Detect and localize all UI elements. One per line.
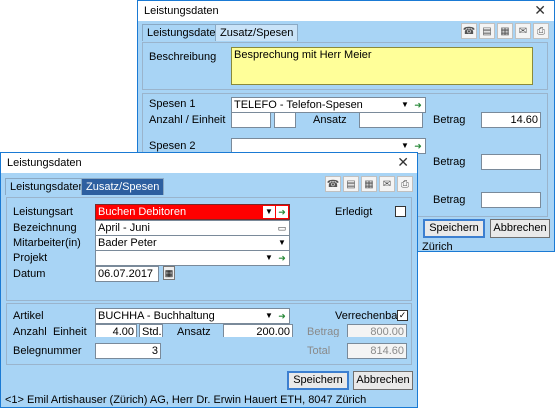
printer-icon[interactable]: ⎙ <box>397 176 413 192</box>
leistungsart-label: Leistungsart <box>13 206 73 218</box>
save-button[interactable]: Speichern <box>287 371 349 390</box>
spesen2-betrag-label: Betrag <box>433 156 466 168</box>
chevron-down-icon[interactable]: ▼ <box>263 310 275 322</box>
artikel-label: Artikel <box>13 310 44 322</box>
artikel-select[interactable]: BUCHHA - Buchhaltung ▼ ➜ <box>95 308 290 324</box>
datum-field[interactable]: 06.07.2017 <box>95 266 159 282</box>
bezeichnung-label: Bezeichnung <box>13 222 77 234</box>
tab-zusatz-spesen[interactable]: Zusatz/Spesen <box>215 24 299 41</box>
bezeichnung-value: April - Juni <box>98 222 150 234</box>
chevron-down-icon[interactable]: ▼ <box>399 99 411 111</box>
status-bar-text: <1> Emil Artishauser (Zürich) AG, Herr D… <box>5 394 367 406</box>
notes-icon[interactable]: ▦ <box>361 176 377 192</box>
belegnummer-label: Belegnummer <box>13 345 82 357</box>
spesen1-betrag-field[interactable]: 14.60 <box>481 112 541 128</box>
belegnummer-field[interactable]: 3 <box>95 343 161 359</box>
mail-icon[interactable]: ✉ <box>515 23 531 39</box>
spesen3-betrag-field[interactable] <box>481 192 541 208</box>
back-status-text: Zürich <box>422 241 453 253</box>
back-cancel-button[interactable]: Abbrechen <box>490 219 550 238</box>
tab-leistungsdaten[interactable]: Leistungsdaten <box>142 24 227 41</box>
arrow-right-icon[interactable]: ➜ <box>276 310 288 322</box>
spesen2-betrag-field[interactable] <box>481 154 541 170</box>
spesen1-anzahl-label: Anzahl / Einheit <box>149 114 226 126</box>
spesen1-select[interactable]: TELEFO - Telefon-Spesen ▼ ➜ <box>231 97 426 113</box>
leistungsart-select[interactable]: Buchen Debitoren ▼ ➜ <box>95 204 290 220</box>
printer-icon[interactable]: ⎙ <box>533 23 549 39</box>
arrow-right-icon[interactable]: ➜ <box>276 206 288 218</box>
back-toolbar: ☎ ▤ ▦ ✉ ⎙ <box>461 23 549 39</box>
front-window-titlebar[interactable]: Leistungsdaten ✕ <box>1 153 417 173</box>
total-label: Total <box>307 345 331 357</box>
front-window: Leistungsdaten ✕ Leistungsdaten Zusatz/S… <box>0 152 418 408</box>
leistung-panel: Leistungsart Buchen Debitoren ▼ ➜ Erledi… <box>6 197 412 301</box>
arrow-right-icon[interactable]: ➜ <box>412 140 424 152</box>
beschreibung-label: Beschreibung <box>149 51 217 63</box>
artikel-value: BUCHHA - Buchhaltung <box>98 310 215 322</box>
spesen1-ansatz-field[interactable] <box>359 112 423 128</box>
arrow-right-icon[interactable]: ➜ <box>276 252 288 264</box>
calendar-icon[interactable]: ▦ <box>163 266 175 280</box>
verrechenbar-checkbox[interactable]: ✓ <box>397 310 408 321</box>
close-icon[interactable]: ✕ <box>397 155 409 169</box>
phone-icon[interactable]: ☎ <box>325 176 341 192</box>
spesen1-einheit-field[interactable] <box>274 112 296 128</box>
spesen1-ansatz-label: Ansatz <box>313 114 347 126</box>
spesen1-anzahl-field[interactable] <box>231 112 271 128</box>
phone-icon[interactable]: ☎ <box>461 23 477 39</box>
bezeichnung-field[interactable]: April - Juni ▭ <box>95 220 290 236</box>
beleg-panel: Belegnummer 3 Total 814.60 <box>6 337 412 365</box>
projekt-label: Projekt <box>13 252 48 264</box>
leistungsart-value: Buchen Debitoren <box>98 206 187 218</box>
beschreibung-panel: Beschreibung Besprechung mit Herr Meier <box>142 42 548 90</box>
front-toolbar: ☎ ▤ ▦ ✉ ⎙ <box>325 176 413 192</box>
front-window-title: Leistungsdaten <box>7 157 82 169</box>
mitarbeiter-label: Mitarbeiter(in) <box>13 237 81 249</box>
erledigt-checkbox[interactable] <box>395 206 406 217</box>
spesen1-value: TELEFO - Telefon-Spesen <box>234 99 363 111</box>
back-window-titlebar[interactable]: Leistungsdaten ✕ <box>138 1 554 21</box>
chevron-down-icon[interactable]: ▼ <box>263 206 275 218</box>
datum-label: Datum <box>13 268 46 280</box>
mail-icon[interactable]: ✉ <box>379 176 395 192</box>
back-window-title: Leistungsdaten <box>144 5 219 17</box>
back-save-button[interactable]: Speichern <box>423 219 485 238</box>
cancel-button[interactable]: Abbrechen <box>353 371 413 390</box>
projekt-select[interactable]: ▼ ➜ <box>95 250 290 266</box>
tab-zusatz-spesen[interactable]: Zusatz/Spesen <box>81 178 165 195</box>
spesen2-label: Spesen 2 <box>149 140 196 152</box>
mitarbeiter-value: Bader Peter <box>98 237 157 249</box>
chevron-down-icon[interactable]: ▼ <box>263 252 275 264</box>
chevron-down-icon[interactable]: ▼ <box>399 140 411 152</box>
front-tab-bar: Leistungsdaten Zusatz/Spesen ☎ ▤ ▦ ✉ ⎙ <box>1 173 417 195</box>
back-tab-bar: Leistungsdaten Zusatz/Spesen ☎ ▤ ▦ ✉ ⎙ <box>138 21 554 41</box>
speech-bubble-icon[interactable]: ▭ <box>276 222 288 234</box>
erledigt-label: Erledigt <box>335 206 373 218</box>
total-field: 814.60 <box>347 343 407 359</box>
tab-leistungsdaten[interactable]: Leistungsdaten <box>5 178 90 195</box>
spesen1-label: Spesen 1 <box>149 98 196 110</box>
arrow-right-icon[interactable]: ➜ <box>412 99 424 111</box>
beschreibung-field[interactable]: Besprechung mit Herr Meier <box>231 47 533 85</box>
mitarbeiter-select[interactable]: Bader Peter ▼ <box>95 235 290 251</box>
chevron-down-icon[interactable]: ▼ <box>276 237 288 249</box>
close-icon[interactable]: ✕ <box>534 3 546 17</box>
clipboard-icon[interactable]: ▤ <box>343 176 359 192</box>
spesen1-betrag-label: Betrag <box>433 114 466 126</box>
verrechenbar-label: Verrechenbar <box>335 310 402 322</box>
clipboard-icon[interactable]: ▤ <box>479 23 495 39</box>
notes-icon[interactable]: ▦ <box>497 23 513 39</box>
spesen3-betrag-label: Betrag <box>433 194 466 206</box>
